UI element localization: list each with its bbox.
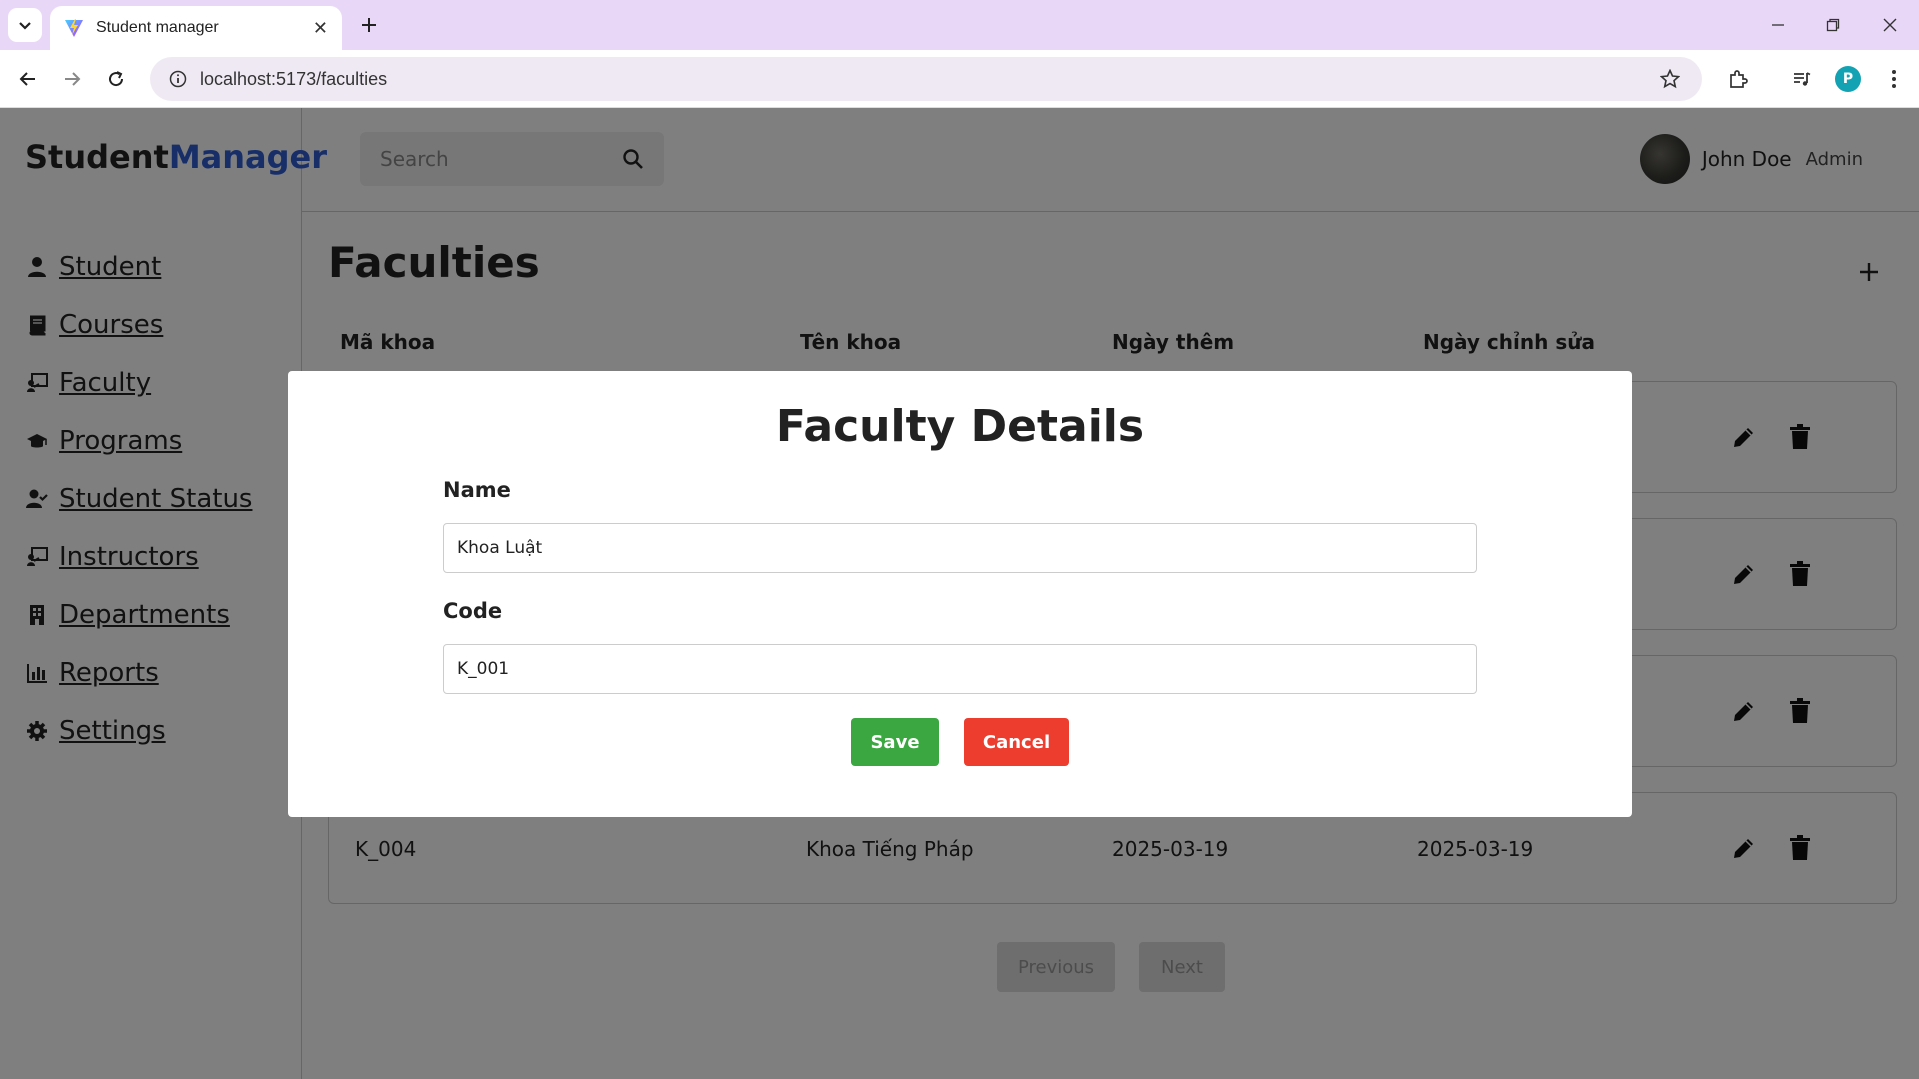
address-bar[interactable]: localhost:5173/faculties bbox=[150, 57, 1702, 101]
browser-tab-bar: Student manager ✕ bbox=[0, 0, 1919, 50]
url-text: localhost:5173/faculties bbox=[200, 68, 388, 89]
restore-icon bbox=[1826, 18, 1840, 32]
tab-title: Student manager bbox=[96, 19, 219, 36]
close-icon bbox=[1883, 18, 1897, 32]
minimize-button[interactable] bbox=[1758, 10, 1798, 40]
back-button[interactable] bbox=[12, 63, 44, 95]
tab-close-icon[interactable]: ✕ bbox=[313, 18, 328, 39]
minimize-icon bbox=[1772, 24, 1784, 26]
new-tab-button[interactable] bbox=[354, 10, 384, 40]
profile-button[interactable]: P bbox=[1832, 63, 1864, 95]
forward-button[interactable] bbox=[56, 63, 88, 95]
save-button[interactable]: Save bbox=[851, 718, 939, 766]
modal-title: Faculty Details bbox=[775, 401, 1145, 452]
chevron-down-icon bbox=[19, 22, 31, 30]
queue-music-icon bbox=[1794, 72, 1811, 86]
plus-icon bbox=[362, 18, 376, 32]
kebab-menu-icon bbox=[1892, 70, 1896, 88]
bookmark-star-icon[interactable] bbox=[1650, 69, 1690, 89]
name-label: Name bbox=[443, 478, 511, 502]
tab-search-button[interactable] bbox=[8, 8, 42, 42]
arrow-right-icon bbox=[65, 72, 81, 86]
puzzle-icon bbox=[1730, 70, 1748, 88]
name-field[interactable] bbox=[443, 523, 1477, 573]
close-window-button[interactable] bbox=[1870, 10, 1910, 40]
profile-avatar: P bbox=[1835, 66, 1861, 92]
browser-menu-button[interactable] bbox=[1878, 63, 1910, 95]
code-label: Code bbox=[443, 599, 503, 623]
arrow-left-icon bbox=[19, 72, 35, 86]
vite-logo-icon bbox=[65, 19, 83, 37]
browser-toolbar: localhost:5173/faculties P bbox=[0, 50, 1919, 108]
site-info-icon[interactable] bbox=[156, 70, 200, 88]
restore-button[interactable] bbox=[1813, 10, 1853, 40]
reload-button[interactable] bbox=[100, 63, 132, 95]
extensions-button[interactable] bbox=[1722, 63, 1754, 95]
faculty-details-modal: Faculty Details Name Code Save Cancel bbox=[288, 371, 1632, 817]
browser-tab[interactable]: Student manager ✕ bbox=[50, 6, 342, 50]
reload-icon bbox=[109, 71, 124, 87]
cancel-button[interactable]: Cancel bbox=[964, 718, 1069, 766]
media-controls-button[interactable] bbox=[1786, 63, 1818, 95]
code-field[interactable] bbox=[443, 644, 1477, 694]
